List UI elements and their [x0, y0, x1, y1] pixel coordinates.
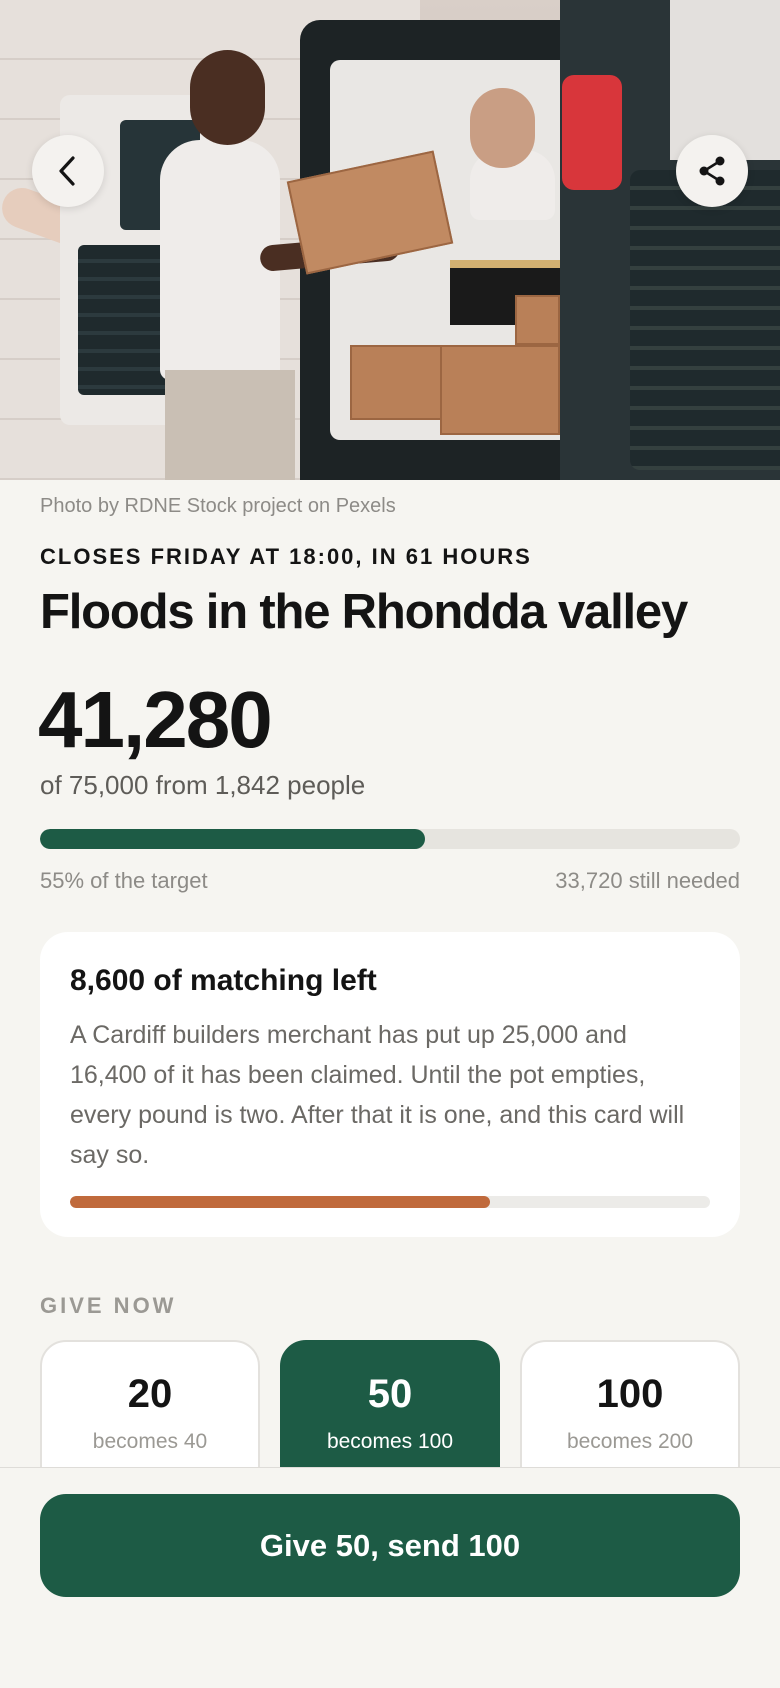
hero-van-body: [560, 0, 780, 480]
target-summary: of 75,000 from 1,842 people: [40, 770, 366, 800]
amount-option-20[interactable]: 20 becomes 40: [40, 1340, 260, 1470]
give-button[interactable]: Give 50, send 100: [40, 1494, 740, 1597]
percent-of-target: 55% of the target: [40, 868, 208, 893]
hero-volunteer-head: [470, 88, 535, 168]
matching-description: A Cardiff builders merchant has put up 2…: [70, 1021, 685, 1169]
amount-still-needed: 33,720 still needed: [555, 868, 740, 893]
matching-progress-fill: [70, 1196, 490, 1208]
give-now-label: GIVE NOW: [40, 1293, 177, 1318]
back-button[interactable]: [32, 135, 104, 207]
amount-value: 100: [596, 1372, 664, 1416]
amount-option-100[interactable]: 100 becomes 200: [520, 1340, 740, 1470]
photo-credit: Photo by RDNE Stock project on Pexels: [40, 495, 396, 517]
amount-matched-value: becomes 40: [92, 1430, 208, 1453]
target-progress-fill: [40, 829, 425, 849]
hero-volunteer-head: [190, 50, 265, 145]
hero-taillight: [562, 75, 622, 190]
chevron-left-icon: [59, 156, 75, 186]
matching-card: 8,600 of matching left A Cardiff builder…: [40, 932, 740, 1237]
share-button[interactable]: [676, 135, 748, 207]
amount-matched-value: becomes 100: [326, 1430, 454, 1453]
share-icon: [699, 156, 725, 186]
hero-box: [350, 345, 445, 420]
amount-value: 50: [367, 1372, 413, 1416]
hero-volunteer-pants: [165, 370, 295, 480]
amount-matched-value: becomes 200: [566, 1430, 694, 1453]
amount-option-50[interactable]: 50 becomes 100: [280, 1340, 500, 1470]
target-progress-bar: [40, 829, 740, 849]
matching-progress-bar: [70, 1196, 710, 1208]
closing-time: CLOSES FRIDAY AT 18:00, IN 61 HOURS: [40, 544, 532, 569]
hero-box: [440, 345, 560, 435]
page-title: Floods in the Rhondda valley: [40, 585, 688, 639]
hero-photo: [0, 0, 780, 480]
bottom-action-bar: Give 50, send 100: [0, 1467, 780, 1688]
hero-box: [515, 295, 560, 345]
amount-options: 20 becomes 40 50 becomes 100 100 becomes…: [40, 1340, 740, 1470]
amount-raised: 41,280: [38, 675, 273, 764]
matching-title: 8,600 of matching left: [70, 964, 377, 997]
amount-value: 20: [127, 1372, 173, 1416]
